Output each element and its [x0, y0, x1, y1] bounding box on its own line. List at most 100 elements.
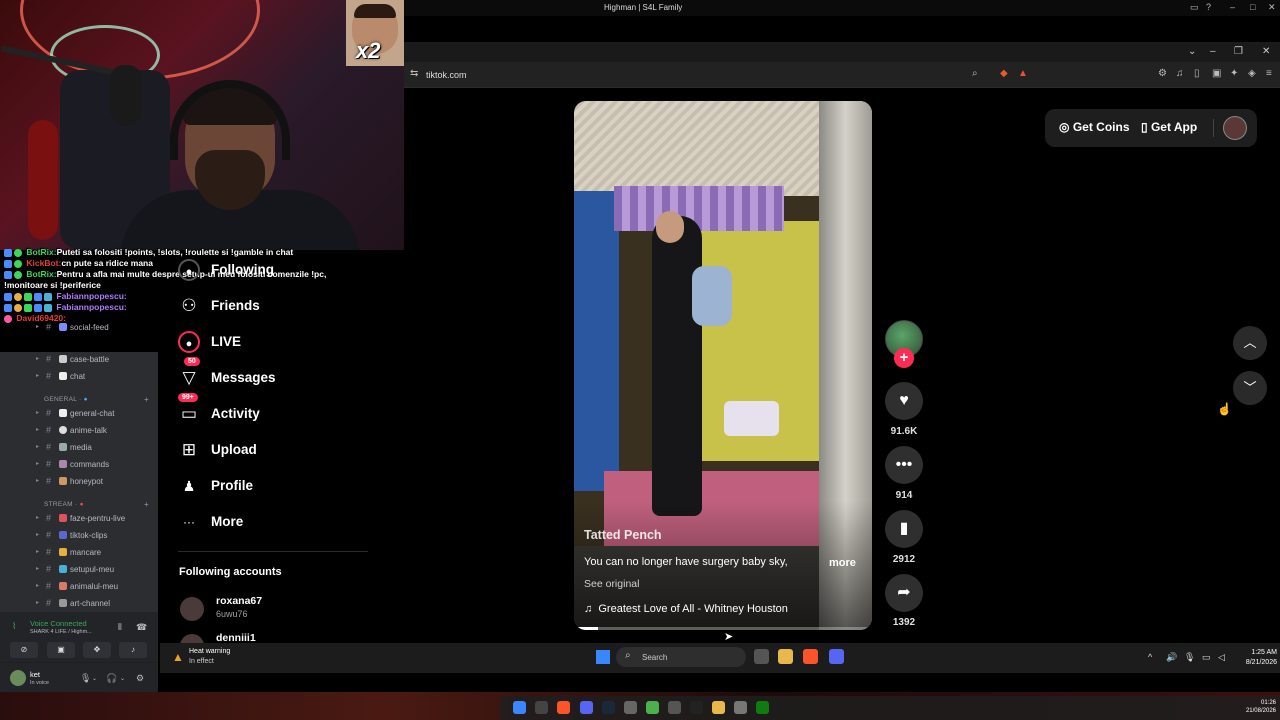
save-button[interactable]: ▮ [885, 510, 923, 548]
url-text[interactable]: tiktok.com [426, 70, 467, 80]
search-icon[interactable] [535, 701, 548, 714]
file-explorer-icon[interactable] [712, 701, 725, 714]
disconnect-icon[interactable]: ☎ [136, 622, 147, 633]
more-link[interactable]: more [829, 557, 856, 569]
window-close-button[interactable]: ✕ [1268, 2, 1276, 13]
comment-button[interactable]: ••• [885, 446, 923, 484]
video-player[interactable]: Tatted Pench You can no longer have surg… [574, 101, 872, 630]
minecraft-icon[interactable] [646, 701, 659, 714]
nav-live[interactable]: ● LIVE [178, 329, 378, 357]
channel-commands[interactable]: ▸ # commands [0, 457, 158, 474]
see-original-link[interactable]: See original [584, 578, 639, 590]
brave-icon[interactable] [803, 649, 818, 664]
browser-restore-button[interactable]: ❐ [1234, 46, 1243, 57]
channel-mancare[interactable]: ▸ # mancare [0, 545, 158, 562]
share-button[interactable]: ➦ [885, 574, 923, 612]
tray-chevron-icon[interactable]: ^ [1148, 652, 1152, 662]
window-minimize-button[interactable]: – [1230, 2, 1235, 12]
follow-plus-icon[interactable]: + [894, 348, 914, 368]
taskbar-search[interactable]: ⌕ Search [616, 647, 746, 667]
task-view-icon[interactable] [754, 649, 769, 664]
headset-icon[interactable]: 🎧 [106, 673, 117, 684]
like-button[interactable]: ♥ [885, 382, 923, 420]
soundboard-button[interactable]: ♪ [119, 642, 147, 658]
nav-profile[interactable]: ♟ Profile [178, 473, 378, 501]
channel-art-channel[interactable]: ▸ # art-channel [0, 596, 158, 613]
add-channel-icon[interactable]: + [144, 395, 149, 404]
channel-setupul-meu[interactable]: ▸ # setupul-meu [0, 562, 158, 579]
music-track[interactable]: ♫ Greatest Love of All - Whitney Houston [584, 603, 788, 615]
minimize-icon[interactable]: ▭ [1190, 2, 1199, 13]
vpn-icon[interactable]: ◈ [1248, 68, 1256, 79]
warning-icon[interactable]: ▲ [172, 650, 184, 664]
get-app-button[interactable]: ▯ Get App [1141, 120, 1197, 134]
channel-chat[interactable]: ▸ # chat [0, 369, 158, 386]
zoom-icon[interactable]: ⌕ [972, 68, 978, 79]
nav-friends[interactable]: ⚇ Friends [178, 293, 378, 321]
nav-messages[interactable]: ▽ 50 Messages [178, 357, 378, 393]
discord-icon[interactable] [829, 649, 844, 664]
media-icon[interactable]: ♫ [1176, 68, 1184, 79]
app-icon[interactable] [624, 701, 637, 714]
taskbar-date[interactable]: 8/21/2026 [1237, 659, 1277, 666]
network-icon[interactable]: ▭ [1202, 652, 1211, 663]
profile-avatar[interactable] [1223, 116, 1247, 140]
sidebar-icon[interactable]: ▯ [1194, 68, 1200, 79]
channel-anime-talk[interactable]: ▸ # anime-talk [0, 423, 158, 440]
nav-upload[interactable]: ⊞ Upload [178, 437, 378, 465]
start-button[interactable] [596, 650, 610, 664]
taskbar-time[interactable]: 1:25 AM [1237, 649, 1277, 656]
chevron-down-icon[interactable]: ⌄ [120, 675, 125, 682]
wallet-icon[interactable]: ▣ [1212, 68, 1221, 79]
nav-more[interactable]: ··· More [178, 509, 378, 537]
channel-animalul-meu[interactable]: ▸ # animalul-meu [0, 579, 158, 596]
activities-button[interactable]: ✥ [83, 642, 111, 658]
extensions-icon[interactable]: ⚙ [1158, 68, 1167, 79]
discord-icon[interactable] [580, 701, 593, 714]
browser-close-button[interactable]: ✕ [1262, 46, 1270, 57]
window-maximize-button[interactable]: □ [1250, 2, 1255, 12]
get-coins-button[interactable]: ◎ Get Coins [1059, 120, 1130, 134]
following-account-item[interactable]: denniii1 [180, 632, 360, 643]
video-author[interactable]: Tatted Pench [584, 528, 662, 542]
site-settings-icon[interactable]: ⇆ [410, 68, 418, 79]
brave-rewards-icon[interactable]: ▲ [1018, 68, 1028, 79]
noise-suppression-icon[interactable]: ⫴ [118, 622, 122, 633]
brave-shield-icon[interactable]: ◆ [1000, 68, 1008, 79]
steam-icon[interactable] [602, 701, 615, 714]
settings-icon[interactable] [734, 701, 747, 714]
video-progress-bar[interactable] [574, 627, 872, 630]
mic-icon[interactable]: 🎙 [80, 673, 91, 684]
brave-icon[interactable] [557, 701, 570, 714]
help-icon[interactable]: ? [1206, 2, 1211, 12]
nav-activity[interactable]: ▭ 99+ Activity [178, 393, 378, 429]
channel-faze-pentru-live[interactable]: ▸ # faze-pentru-live [0, 511, 158, 528]
speaker-icon[interactable]: ◁ [1218, 652, 1225, 663]
menu-icon[interactable]: ≡ [1266, 68, 1272, 79]
volume-icon[interactable]: 🔊 [1166, 652, 1177, 663]
start-button[interactable] [513, 701, 526, 714]
previous-video-button[interactable]: ︿ [1233, 326, 1267, 360]
file-explorer-icon[interactable] [778, 649, 793, 664]
voice-channel-name[interactable]: SHARK 4 LIFE / Highm... [30, 629, 92, 635]
xbox-icon[interactable] [756, 701, 769, 714]
channel-general-chat[interactable]: ▸ # general-chat [0, 406, 158, 423]
browser-minimize-button[interactable]: – [1210, 46, 1216, 57]
channel-media[interactable]: ▸ # media [0, 440, 158, 457]
capcut-icon[interactable] [690, 701, 703, 714]
mic-icon[interactable]: 🎙 [1184, 652, 1195, 663]
avatar[interactable] [10, 670, 26, 686]
channel-case-battle[interactable]: ▸ # case-battle [0, 352, 158, 369]
following-account-item[interactable]: roxana67 6uwu76 [180, 595, 360, 629]
category-stream[interactable]: STREAM · ● + [44, 500, 149, 509]
camera-off-button[interactable]: ⊘ [10, 642, 38, 658]
app-icon[interactable] [668, 701, 681, 714]
nav-following[interactable]: ● Following [178, 257, 378, 285]
screen-share-button[interactable]: ▣ [47, 642, 75, 658]
settings-icon[interactable]: ⚙ [136, 673, 144, 684]
channel-honeypot[interactable]: ▸ # honeypot [0, 474, 158, 491]
category-general[interactable]: GENERAL · ● + [44, 395, 149, 404]
address-bar[interactable]: ⇆ tiktok.com ⌕ ◆ ▲ ⚙ ♫ ▯ ▣ ✦ ◈ ≡ [404, 62, 1280, 88]
weather-title[interactable]: Heat warning [189, 648, 230, 655]
chevron-down-icon[interactable]: ⌄ [1188, 46, 1196, 57]
